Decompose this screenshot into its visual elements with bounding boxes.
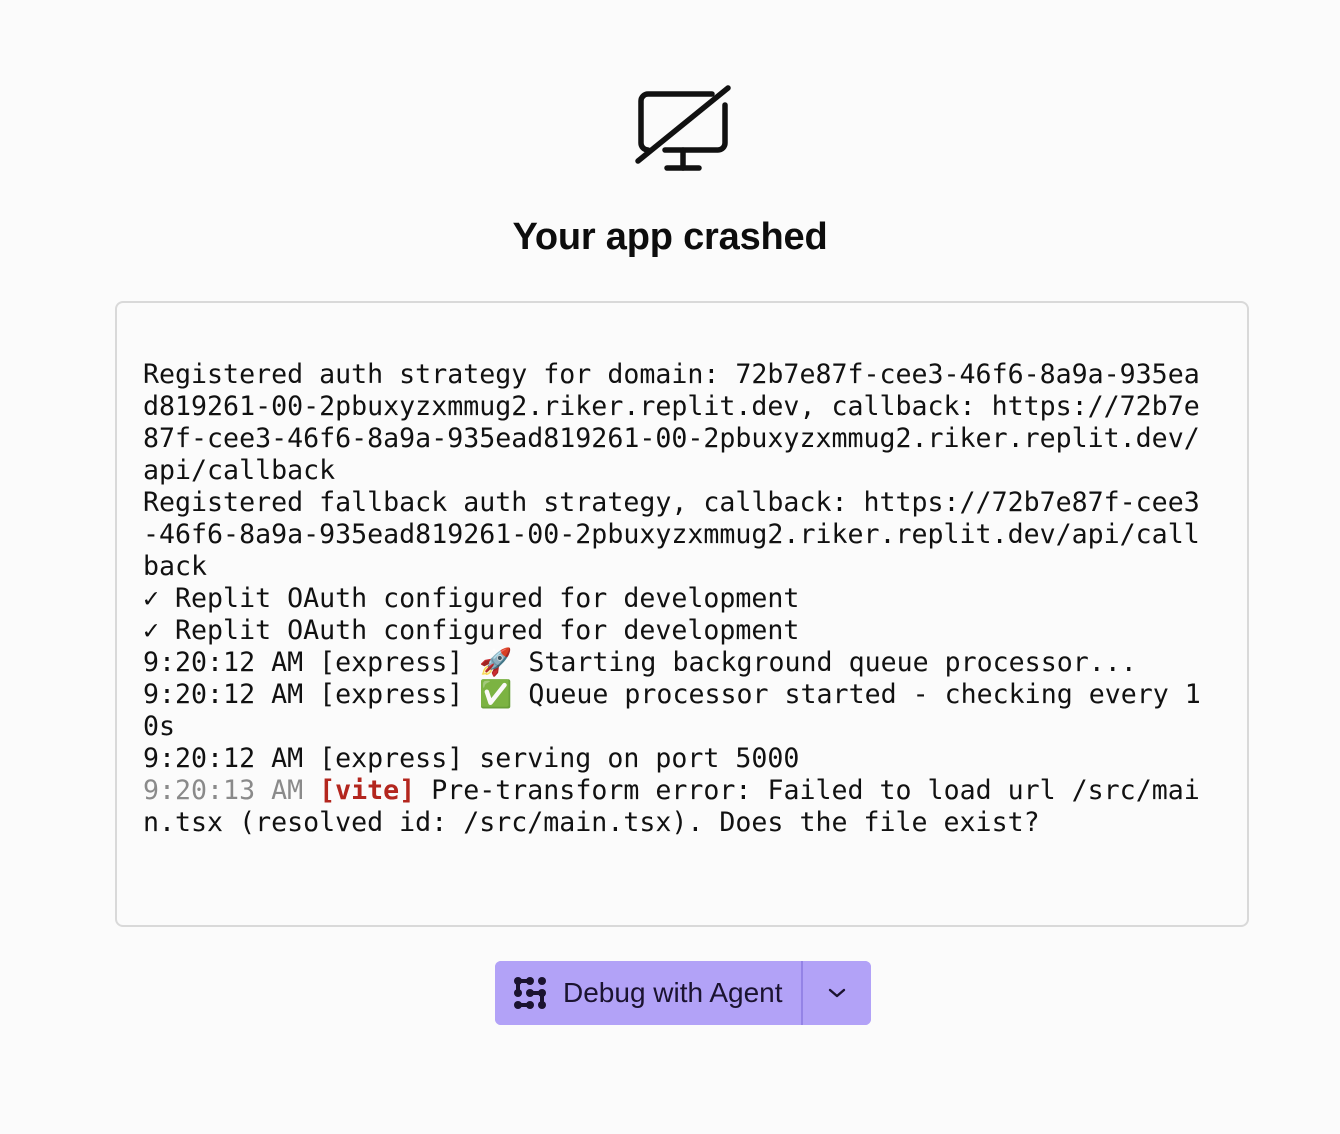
- log-line: d819261-00-2pbuxyzxmmug2.riker.replit.de…: [143, 391, 1200, 422]
- log-line: api/callback: [143, 455, 336, 486]
- page-title: Your app crashed: [512, 216, 828, 258]
- log-line: ✓ Replit OAuth configured for developmen…: [143, 583, 800, 614]
- log-line: back: [143, 551, 208, 582]
- vite-error-text-1: Pre-transform error: Failed to load url …: [431, 775, 1200, 806]
- log-timestamp: 9:20:13 AM: [143, 775, 304, 806]
- log-line: 87f-cee3-46f6-8a9a-935ead819261-00-2pbux…: [143, 423, 1200, 454]
- crash-log[interactable]: Registered auth strategy for domain: 72b…: [115, 301, 1249, 927]
- debug-options-dropdown[interactable]: [803, 961, 871, 1025]
- log-line: -46f6-8a9a-935ead819261-00-2pbuxyzxmmug2…: [143, 519, 1200, 550]
- agent-icon: [514, 977, 546, 1009]
- log-line-vite-error: 9:20:13 AM [vite] Pre-transform error: F…: [143, 775, 1247, 807]
- log-line: 9:20:12 AM [express] serving on port 500…: [143, 743, 800, 774]
- debug-button-group: Debug with Agent: [495, 961, 871, 1025]
- monitor-off-icon: [635, 85, 731, 171]
- debug-with-agent-button[interactable]: Debug with Agent: [495, 961, 801, 1025]
- vite-tag: [vite]: [319, 775, 416, 806]
- log-line: Registered auth strategy for domain: 72b…: [143, 359, 1200, 390]
- debug-button-label: Debug with Agent: [563, 977, 783, 1008]
- log-line: ✓ Replit OAuth configured for developmen…: [143, 615, 800, 646]
- chevron-down-icon: [828, 988, 846, 998]
- log-lines: Registered auth strategy for domain: 72b…: [143, 359, 1247, 775]
- log-line: 9:20:12 AM [express] 🚀 Starting backgrou…: [143, 647, 1137, 678]
- log-line: 9:20:12 AM [express] ✅ Queue processor s…: [143, 679, 1201, 710]
- log-line: Registered fallback auth strategy, callb…: [143, 487, 1200, 518]
- log-line: 0s: [143, 711, 176, 742]
- crash-page: Your app crashed Registered auth strateg…: [0, 0, 1340, 1134]
- log-line-vite-error-cont: n.tsx (resolved id: /src/main.tsx). Does…: [143, 807, 1040, 838]
